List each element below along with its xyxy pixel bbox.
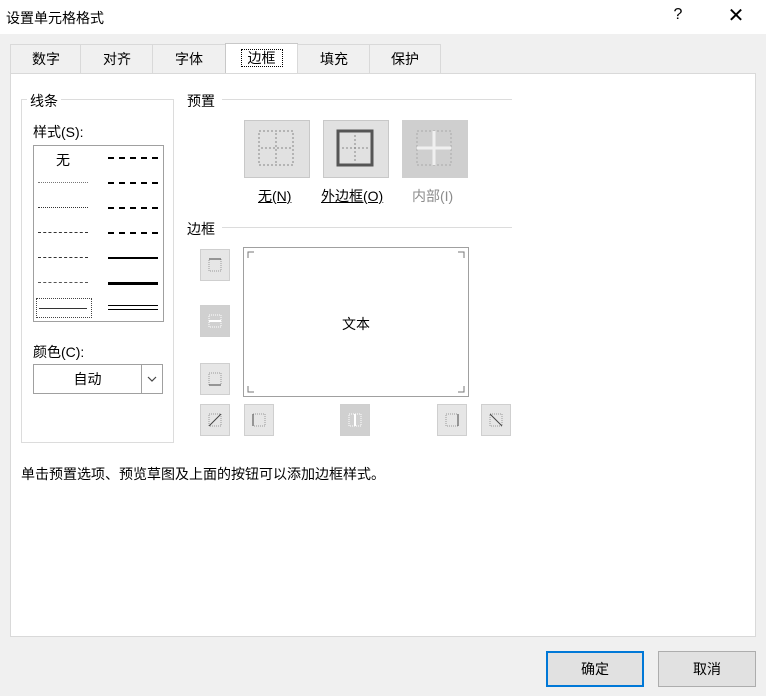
border-left-icon	[252, 413, 266, 427]
preset-none-text: 无(N)	[258, 188, 292, 204]
close-button[interactable]: ✕	[722, 3, 750, 29]
chevron-down-icon[interactable]	[141, 365, 162, 393]
help-button[interactable]: ?	[668, 6, 688, 26]
border-left-button[interactable]	[244, 404, 274, 436]
color-label: 颜色(C):	[33, 342, 85, 362]
preset-outline-button[interactable]	[323, 120, 389, 178]
tab-label: 填充	[320, 51, 348, 67]
presets-divider	[222, 99, 512, 100]
preset-outline-label: 外边框(O)	[321, 186, 383, 206]
tab-number[interactable]: 数字	[10, 44, 82, 73]
preset-none-label: 无(N)	[258, 186, 291, 206]
preset-inside-button[interactable]	[402, 120, 468, 178]
dialog-title: 设置单元格格式	[6, 10, 104, 26]
preset-inside-label: 内部(I)	[412, 188, 454, 204]
color-value: 自动	[73, 371, 102, 387]
tab-border[interactable]: 边框	[225, 43, 298, 74]
tab-alignment[interactable]: 对齐	[80, 44, 154, 73]
tab-label: 边框	[240, 49, 283, 67]
line-style-list[interactable]: 无	[33, 145, 164, 322]
border-top-icon	[208, 258, 222, 272]
tab-label: 保护	[391, 51, 419, 67]
line-style-hair[interactable]	[38, 182, 88, 183]
border-inside-horizontal-button[interactable]	[200, 305, 230, 337]
line-style-dotted[interactable]	[38, 207, 88, 208]
line-group-title: 线条	[27, 91, 61, 111]
border-right-button[interactable]	[437, 404, 467, 436]
hint-text: 单击预置选项、预览草图及上面的按钮可以添加边框样式。	[21, 466, 385, 482]
preset-outline-icon	[336, 129, 374, 167]
line-style-slant-dash-dot[interactable]	[108, 182, 158, 184]
border-inside-vertical-button[interactable]	[340, 404, 370, 436]
tab-label: 数字	[32, 51, 60, 67]
line-style-medium-dash-dot-dot[interactable]	[108, 157, 158, 159]
ok-button[interactable]: 确定	[546, 651, 644, 687]
presets-title: 预置	[187, 91, 215, 111]
preview-text: 文本	[342, 316, 370, 332]
line-style-dash-dot[interactable]	[38, 257, 88, 258]
tab-protection[interactable]: 保护	[369, 44, 441, 73]
tab-fill[interactable]: 填充	[297, 44, 371, 73]
color-dropdown[interactable]: 自动	[33, 364, 163, 394]
tab-label: 字体	[175, 51, 203, 67]
diagonal-down-icon	[489, 413, 503, 427]
border-diagonal-up-button[interactable]	[200, 404, 230, 436]
border-top-button[interactable]	[200, 249, 230, 281]
border-inside-vertical-icon	[348, 413, 362, 427]
border-divider	[222, 227, 512, 228]
line-style-medium-dash-dot[interactable]	[108, 207, 158, 209]
border-right-icon	[445, 413, 459, 427]
line-style-medium[interactable]	[108, 257, 158, 259]
style-label: 样式(S):	[33, 122, 84, 142]
preset-inside-icon	[416, 130, 452, 166]
title-bar	[0, 0, 766, 34]
border-title: 边框	[187, 219, 215, 239]
border-preview[interactable]: 文本	[243, 247, 469, 397]
border-diagonal-down-button[interactable]	[481, 404, 511, 436]
border-inside-horizontal-icon	[208, 314, 222, 328]
preset-none-icon	[258, 130, 294, 166]
line-style-dash-dot-dot[interactable]	[38, 232, 88, 233]
line-style-dashed[interactable]	[38, 282, 88, 283]
tab-font[interactable]: 字体	[152, 44, 226, 73]
line-style-thin-selected[interactable]	[36, 298, 92, 318]
tab-label: 对齐	[103, 51, 131, 67]
line-style-double[interactable]	[108, 305, 158, 310]
diagonal-up-icon	[208, 413, 222, 427]
border-bottom-button[interactable]	[200, 363, 230, 395]
border-bottom-icon	[208, 372, 222, 386]
line-style-none[interactable]: 无	[56, 150, 70, 170]
line-style-thick[interactable]	[108, 282, 158, 285]
preset-none-button[interactable]	[244, 120, 310, 178]
line-style-medium-dashed[interactable]	[108, 232, 158, 234]
cancel-button[interactable]: 取消	[658, 651, 756, 687]
preset-outline-text: 外边框(O)	[321, 188, 384, 204]
